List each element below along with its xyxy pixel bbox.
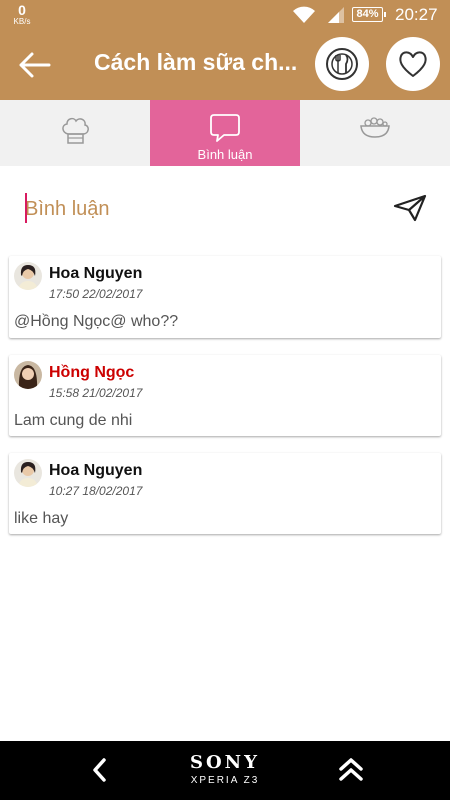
text-caret <box>25 193 27 223</box>
comment-input[interactable] <box>25 192 365 226</box>
menu-plate-button[interactable] <box>315 37 369 91</box>
comment-author: Hồng Ngọc <box>49 364 135 381</box>
network-speed: 0 KB/s <box>10 3 34 26</box>
tab-comments-label: Bình luận <box>197 147 253 162</box>
device-model: XPERIA Z3 <box>190 775 260 786</box>
back-arrow-icon[interactable] <box>17 50 51 80</box>
plate-fork-knife-icon <box>326 48 358 80</box>
status-time: 20:27 <box>395 5 438 24</box>
comment-card: Hoa Nguyen 10:27 18/02/2017 like hay <box>9 453 441 534</box>
comment-time: 15:58 21/02/2017 <box>49 386 143 400</box>
comment-author: Hoa Nguyen <box>49 462 143 479</box>
comment-card: Hồng Ngọc 15:58 21/02/2017 Lam cung de n… <box>9 355 441 436</box>
comment-input-row <box>0 166 450 250</box>
network-speed-value: 0 <box>18 2 26 18</box>
heart-icon <box>399 51 427 77</box>
comment-text: @Hồng Ngọc@ who?? <box>14 313 179 330</box>
comment-author: Hoa Nguyen <box>49 265 143 282</box>
page-title: Cách làm sữa ch... <box>94 49 298 75</box>
network-speed-unit: KB/s <box>13 17 31 26</box>
avatar[interactable] <box>14 459 42 487</box>
speech-bubble-icon <box>210 114 240 142</box>
chef-hat-icon <box>62 117 89 144</box>
tab-recipe[interactable] <box>0 100 150 166</box>
send-icon[interactable] <box>393 194 427 222</box>
avatar[interactable] <box>14 361 42 389</box>
comment-card: Hoa Nguyen 17:50 22/02/2017 @Hồng Ngọc@ … <box>9 256 441 338</box>
salad-bowl-icon <box>360 117 390 138</box>
app-bar: Cách làm sữa ch... <box>0 30 450 100</box>
system-nav-bar: SONY XPERIA Z3 <box>0 741 450 800</box>
wifi-icon <box>293 6 315 23</box>
tab-comments[interactable]: Bình luận <box>150 100 300 166</box>
double-chevron-up-icon[interactable] <box>338 755 364 783</box>
avatar[interactable] <box>14 262 42 290</box>
comment-text: Lam cung de nhi <box>14 412 133 429</box>
status-bar: 0 KB/s 84% 20:27 <box>0 0 450 30</box>
comment-text: like hay <box>14 510 69 527</box>
battery-indicator: 84% <box>352 7 386 22</box>
comment-time: 17:50 22/02/2017 <box>49 287 143 301</box>
favorite-button[interactable] <box>386 37 440 91</box>
tab-bar: Bình luận <box>0 100 450 166</box>
comment-time: 10:27 18/02/2017 <box>49 484 143 498</box>
brand-logo: SONY <box>190 752 260 773</box>
signal-icon <box>328 7 344 23</box>
tab-ingredients[interactable] <box>300 100 450 166</box>
